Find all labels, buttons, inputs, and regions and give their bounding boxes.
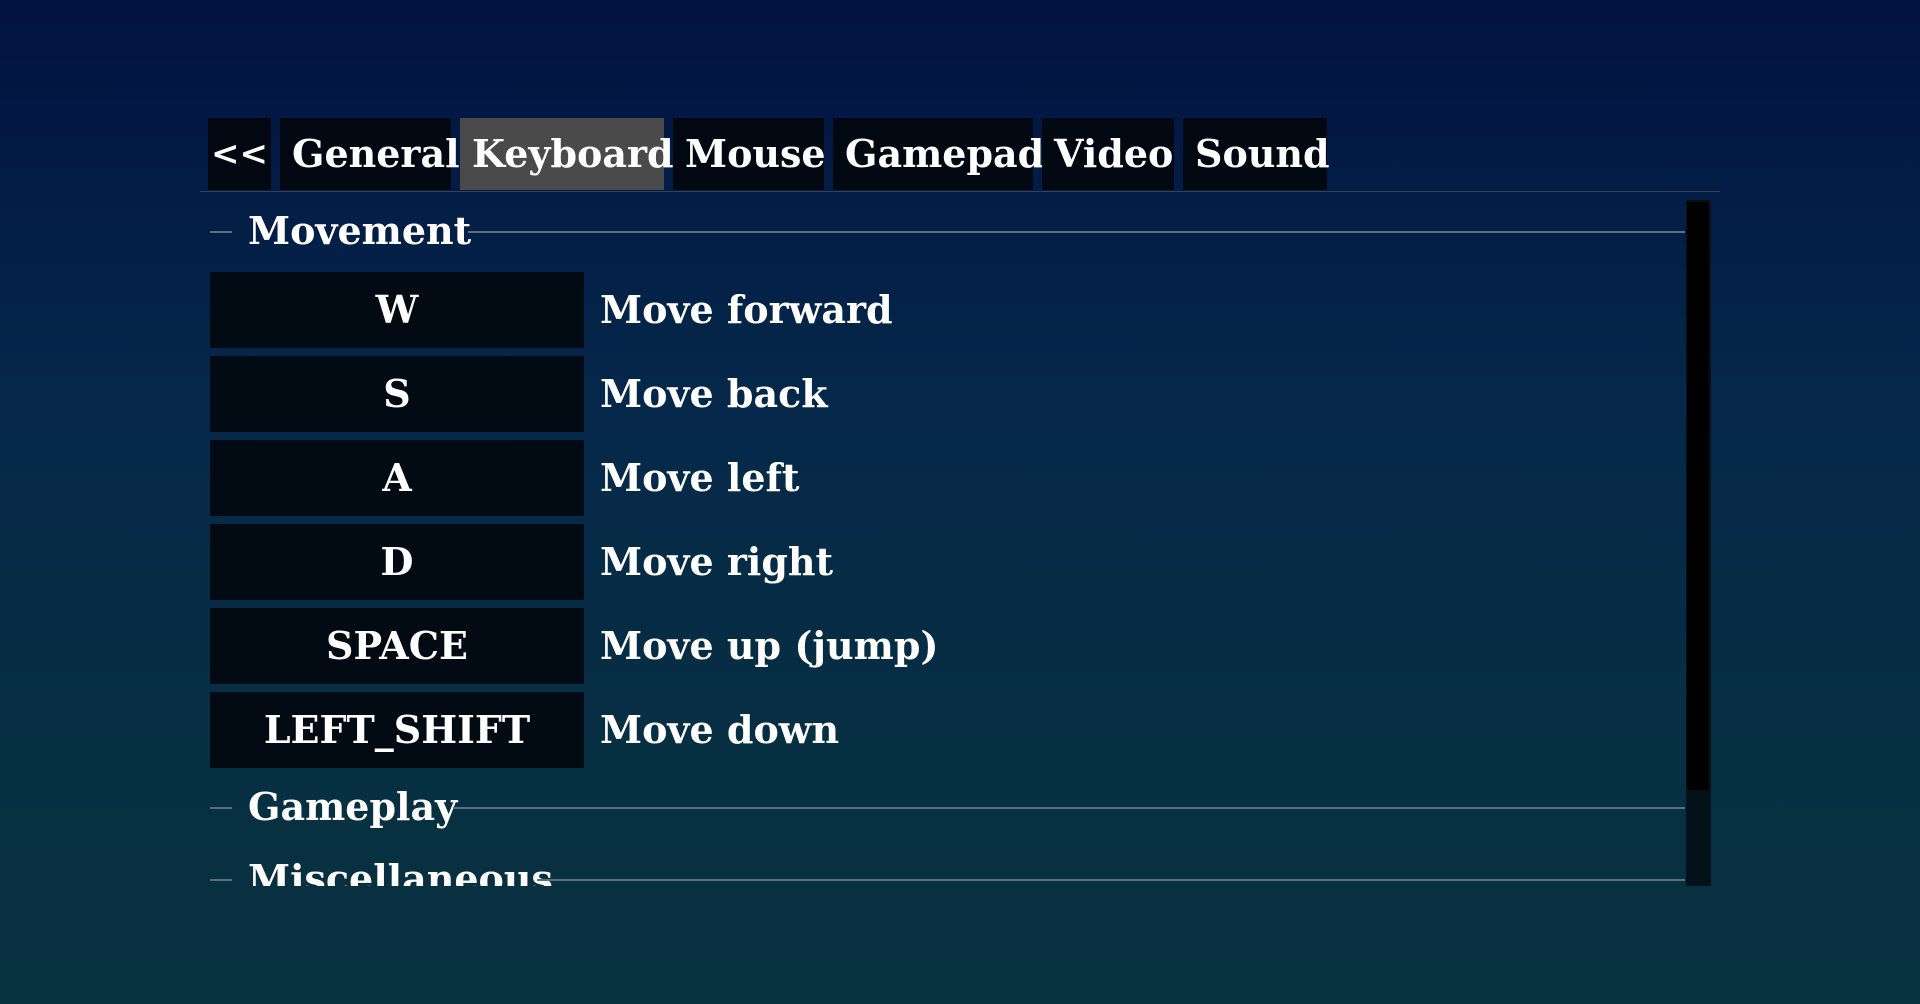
tab-video[interactable]: Video — [1042, 118, 1174, 190]
section-line — [468, 231, 1685, 233]
section-line — [537, 879, 1685, 881]
binding-row: D Move right — [210, 524, 1410, 600]
binding-row: LEFT_SHIFT Move down — [210, 692, 1410, 768]
back-tab[interactable]: << — [208, 118, 271, 190]
action-label: Move down — [600, 707, 840, 752]
key-button-move-forward[interactable]: W — [210, 272, 584, 348]
settings-tab-bar: << General Keyboard Mouse Gamepad Video … — [208, 118, 1330, 190]
section-title-gameplay: Gameplay — [248, 784, 458, 829]
tab-bar-divider — [200, 191, 1720, 192]
key-button-move-left[interactable]: A — [210, 440, 584, 516]
section-title-miscellaneous: Miscellaneous — [248, 856, 553, 886]
binding-row: S Move back — [210, 356, 1410, 432]
binding-row: W Move forward — [210, 272, 1410, 348]
action-label: Move forward — [600, 287, 893, 332]
section-line — [453, 807, 1685, 809]
tab-gamepad[interactable]: Gamepad — [833, 118, 1044, 190]
tab-sound[interactable]: Sound — [1183, 118, 1330, 190]
section-header-miscellaneous[interactable]: Miscellaneous — [200, 848, 1685, 886]
key-button-move-right[interactable]: D — [210, 524, 584, 600]
section-dash — [210, 231, 232, 233]
keybindings-list[interactable]: Movement W Move forward S Move back A Mo… — [200, 200, 1685, 886]
section-dash — [210, 879, 232, 881]
key-button-move-back[interactable]: S — [210, 356, 584, 432]
key-button-move-up[interactable]: SPACE — [210, 608, 584, 684]
binding-row: A Move left — [210, 440, 1410, 516]
section-header-gameplay[interactable]: Gameplay — [200, 776, 1685, 840]
section-header-movement[interactable]: Movement — [200, 200, 1685, 264]
action-label: Move left — [600, 455, 800, 500]
action-label: Move up (jump) — [600, 623, 939, 668]
key-button-move-down[interactable]: LEFT_SHIFT — [210, 692, 584, 768]
tab-mouse[interactable]: Mouse — [673, 118, 826, 190]
action-label: Move right — [600, 539, 834, 584]
tab-keyboard[interactable]: Keyboard — [460, 118, 674, 190]
tab-general[interactable]: General — [280, 118, 460, 190]
binding-row: SPACE Move up (jump) — [210, 608, 1410, 684]
scrollbar-thumb[interactable] — [1687, 202, 1709, 790]
section-dash — [210, 807, 232, 809]
section-title-movement: Movement — [248, 208, 472, 253]
action-label: Move back — [600, 371, 828, 416]
